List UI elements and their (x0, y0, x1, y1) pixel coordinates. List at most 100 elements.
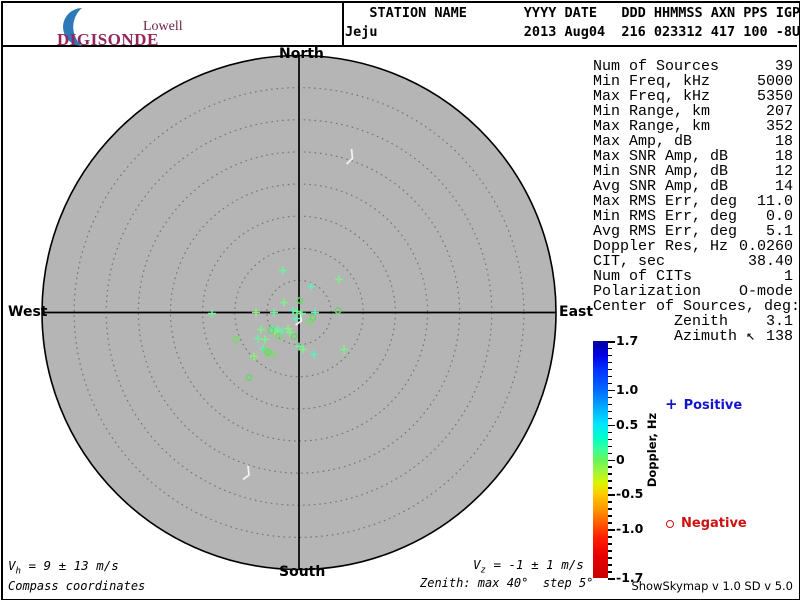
legend-positive-label: Positive (683, 398, 743, 413)
station-header-labels: STATION NAME YYYY DATE DDD HHMMSS AXN PP… (345, 5, 800, 21)
stats-value: 5.1 (765, 223, 793, 240)
compass-label-south: South (279, 564, 326, 580)
vertical-velocity-value: Vz = -1 ± 1 m/s (473, 557, 584, 576)
header-divider-line (342, 3, 344, 45)
stats-value: 12 (774, 163, 793, 180)
colorbar-tick-label: -0.5 (616, 486, 644, 502)
colorbar-minor-tick (608, 410, 612, 413)
stats-row: Num of CITs 1 (593, 269, 793, 284)
colorbar-major-tick (608, 459, 615, 461)
colorbar-minor-tick (608, 347, 612, 350)
colorbar-minor-tick (608, 557, 612, 559)
colorbar-tick-label: 0 (616, 451, 625, 467)
stats-label: Min Range, km (593, 103, 711, 120)
stats-label: Avg SNR Amp, dB (593, 178, 729, 195)
colorbar-title: Doppler, Hz (645, 412, 659, 488)
colorbar-tick-label: -1.0 (616, 521, 644, 537)
stats-row: Avg RMS Err, deg 5.1 (593, 224, 793, 239)
station-header-values: Jeju 2013 Aug04 216 023312 417 100 -8U (345, 24, 800, 40)
stats-label: Max RMS Err, deg (593, 193, 738, 210)
stats-label: Polarization (593, 283, 702, 300)
colorbar-major-tick (608, 529, 615, 531)
stats-row: Max SNR Amp, dB 18 (593, 149, 793, 164)
stats-label: Doppler Res, Hz (593, 238, 729, 255)
colorbar-minor-tick (608, 571, 612, 573)
stats-value: 207 (765, 103, 793, 120)
circle-marker-icon (666, 519, 674, 528)
stats-row: Doppler Res, Hz 0.0260 (593, 239, 793, 254)
stats-label: Min Freq, kHz (593, 73, 711, 90)
colorbar-minor-tick (608, 368, 612, 371)
stats-label: Center of Sources, deg: (593, 298, 800, 315)
stats-value: 0.0260 (738, 238, 793, 255)
colorbar-minor-tick (608, 480, 612, 482)
stats-label: Max Freq, kHz (593, 88, 711, 105)
colorbar-tick-label: 0.5 (616, 416, 639, 432)
stats-row: Num of Sources 39 (593, 59, 793, 74)
colorbar-major-tick (608, 389, 615, 392)
stats-row: Min Freq, kHz 5000 (593, 74, 793, 89)
stats-label: Zenith (593, 313, 729, 330)
colorbar-minor-tick (608, 438, 612, 441)
stats-row: CIT, sec 38.40 (593, 254, 793, 269)
zenith-range-note: Zenith: max 40° step 5° (420, 576, 594, 590)
colorbar-minor-tick (608, 452, 612, 455)
horizontal-velocity-value: Vh = 9 ± 13 m/s (8, 558, 119, 577)
stats-row: Polarization O-mode (593, 284, 793, 299)
stats-label: Avg RMS Err, deg (593, 223, 738, 240)
colorbar-tick-label: 1.0 (616, 381, 639, 397)
colorbar-tick-label: 1.7 (616, 333, 639, 349)
colorbar-minor-tick (608, 431, 612, 434)
colorbar-minor-tick (608, 382, 612, 385)
app-version: ShowSkymap v 1.0 SD v 5.0 (631, 579, 793, 593)
colorbar-minor-tick (608, 445, 612, 448)
stats-value: 1 (783, 268, 793, 285)
colorbar-minor-tick (608, 536, 612, 538)
stats-value: 11.0 (756, 193, 793, 210)
logo-digisonde-text: DIGISONDE (57, 30, 159, 49)
stats-value: O-mode (738, 283, 793, 300)
stats-value: 5350 (756, 88, 793, 105)
legend-positive: + Positive (665, 395, 742, 413)
stats-row: Avg SNR Amp, dB 14 (593, 179, 793, 194)
stats-value: 18 (774, 133, 793, 150)
colorbar-minor-tick (608, 473, 612, 475)
compass-label-west: West (8, 304, 48, 320)
colorbar-minor-tick (608, 487, 612, 489)
colorbar-minor-tick (608, 550, 612, 552)
colorbar-minor-tick (608, 375, 612, 378)
skymap-window: Lowell DIGISONDE STATION NAME YYYY DATE … (0, 0, 800, 600)
plus-marker-icon: + (665, 395, 678, 413)
colorbar-minor-tick (608, 501, 612, 503)
doppler-colorbar (593, 341, 608, 578)
colorbar-minor-tick (608, 543, 612, 545)
legend-negative: Negative (666, 516, 747, 531)
stats-label: Max SNR Amp, dB (593, 148, 729, 165)
colorbar-minor-tick (608, 508, 612, 510)
colorbar-minor-tick (608, 403, 612, 406)
stats-row: Min Range, km 207 (593, 104, 793, 119)
stats-value: 352 (765, 118, 793, 135)
stats-value: 138 (765, 328, 793, 345)
stats-row: Center of Sources, deg: (593, 299, 800, 314)
stats-label: Max Range, km (593, 118, 711, 135)
colorbar-major-tick (608, 424, 615, 427)
stats-panel: Num of Sources 39 Min Freq, kHz 5000 Max Fre… (593, 59, 800, 345)
stats-row: Zenith 3.1 (593, 314, 793, 329)
colorbar-minor-tick (608, 522, 612, 524)
legend-negative-label: Negative (681, 516, 747, 531)
stats-label: CIT, sec (593, 253, 666, 270)
stats-label: Min SNR Amp, dB (593, 163, 729, 180)
colorbar-minor-tick (608, 564, 612, 566)
stats-row: Max Freq, kHz 5350 (593, 89, 793, 104)
colorbar-major-tick (608, 494, 615, 496)
stats-label: Max Amp, dB (593, 133, 693, 150)
compass-label-north: North (279, 46, 324, 62)
colorbar-minor-tick (608, 354, 612, 357)
colorbar-minor-tick (608, 466, 612, 468)
stats-row: Min RMS Err, deg 0.0 (593, 209, 793, 224)
stats-row: Max RMS Err, deg 11.0 (593, 194, 793, 209)
colorbar-major-tick (608, 341, 615, 343)
stats-row: Min SNR Amp, dB 12 (593, 164, 793, 179)
stats-value: 39 (774, 58, 793, 75)
